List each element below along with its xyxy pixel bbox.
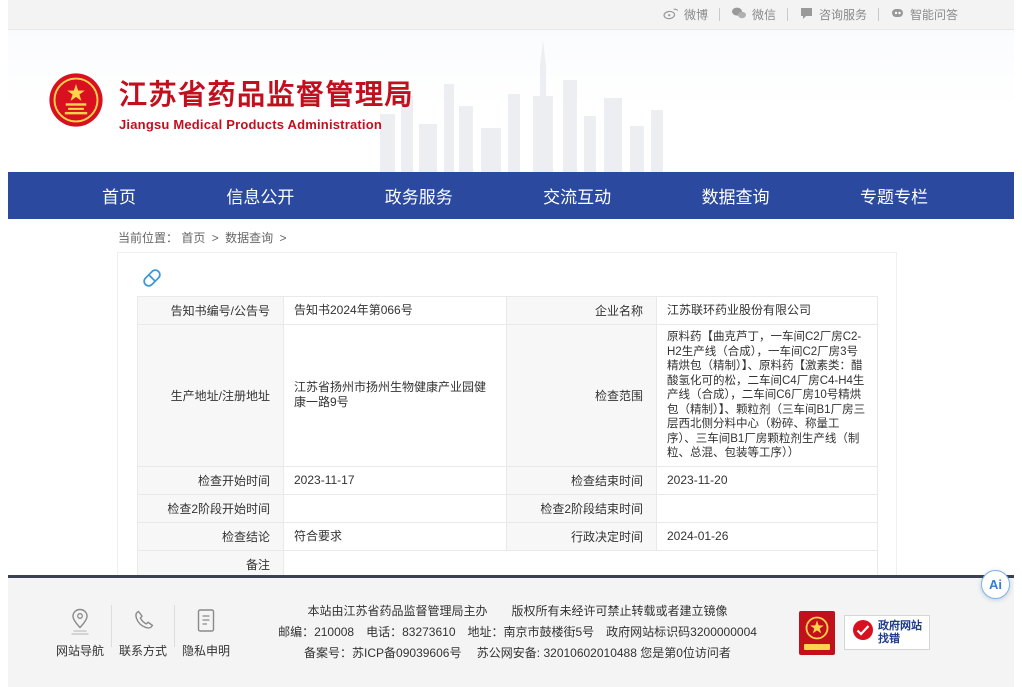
- privacy-doc-icon: [176, 607, 236, 637]
- field-label-phase2-end: 检查2阶段结束时间: [507, 494, 657, 522]
- table-row: 检查2阶段开始时间 检查2阶段结束时间: [138, 494, 878, 522]
- consult-service-icon: [799, 6, 814, 23]
- site-header: 江苏省药品监督管理局 Jiangsu Medical Products Admi…: [8, 30, 1014, 172]
- visitor-counter: 您是第0位访问者: [640, 646, 731, 660]
- table-row: 生产地址/注册地址 江苏省扬州市扬州生物健康产业园健康一路9号 检查范围 原料药…: [138, 325, 878, 467]
- field-label-phase2-start: 检查2阶段开始时间: [138, 494, 284, 522]
- field-label-address: 生产地址/注册地址: [138, 325, 284, 467]
- table-row: 备注: [138, 550, 878, 578]
- topbar: 微博 微信 咨询服务 智能问答: [8, 0, 1014, 30]
- field-label-notice-number: 告知书编号/公告号: [138, 297, 284, 325]
- weibo-icon: [663, 6, 679, 23]
- site-title-en: Jiangsu Medical Products Administration: [119, 117, 414, 132]
- table-row: 检查开始时间 2023-11-17 检查结束时间 2023-11-20: [138, 466, 878, 494]
- wechat-icon: [731, 6, 747, 23]
- nav-item-data-query[interactable]: 数据查询: [702, 183, 770, 208]
- field-value-conclusion: 符合要求: [284, 522, 507, 550]
- nav-item-interaction[interactable]: 交流互动: [543, 183, 611, 208]
- field-label-company-name: 企业名称: [507, 297, 657, 325]
- nav-item-special-topics[interactable]: 专题专栏: [860, 183, 928, 208]
- field-value-remarks: [284, 550, 878, 578]
- phone-icon: [113, 607, 173, 637]
- icp-license-link[interactable]: 备案号：苏ICP备09039606号: [304, 646, 461, 660]
- inspection-detail-card: 告知书编号/公告号 告知书2024年第066号 企业名称 江苏联环药业股份有限公…: [117, 252, 897, 592]
- site-title: 江苏省药品监督管理局: [119, 73, 414, 113]
- breadcrumb-prefix: 当前位置：: [118, 231, 178, 245]
- field-value-decision-date: 2024-01-26: [657, 522, 878, 550]
- footer-info: 本站由江苏省药品监督管理局主办 版权所有未经许可禁止转载或者建立镜像 邮编：21…: [236, 601, 799, 664]
- site-logo-home-link[interactable]: 江苏省药品监督管理局 Jiangsu Medical Products Admi…: [48, 72, 414, 133]
- breadcrumb-data-query-link[interactable]: 数据查询: [225, 231, 273, 245]
- gov-site-error-report-badge[interactable]: 政府网站 找错: [844, 615, 930, 650]
- field-label-end-date: 检查结束时间: [507, 466, 657, 494]
- contact-link[interactable]: 联系方式: [113, 607, 173, 659]
- divider: [878, 8, 879, 21]
- site-titles: 江苏省药品监督管理局 Jiangsu Medical Products Admi…: [119, 73, 414, 132]
- smart-qa-link[interactable]: 智能问答: [890, 6, 958, 23]
- field-label-conclusion: 检查结论: [138, 522, 284, 550]
- privacy-statement-label: 隐私申明: [182, 644, 230, 658]
- police-registration-link[interactable]: 苏公网安备: 32010602010488: [477, 646, 637, 660]
- ai-assistant-button[interactable]: Ai: [981, 570, 1010, 599]
- field-label-remarks: 备注: [138, 550, 284, 578]
- divider: [787, 8, 788, 21]
- wechat-label: 微信: [752, 6, 776, 23]
- pill-capsule-icon: [139, 265, 877, 291]
- footer-quick-links: 网站导航 联系方式 隐私申明: [50, 605, 236, 661]
- field-label-inspection-scope: 检查范围: [507, 325, 657, 467]
- city-skyline-graphic: [380, 34, 680, 172]
- nav-item-home[interactable]: 首页: [102, 183, 136, 208]
- weibo-link[interactable]: 微博: [663, 6, 708, 23]
- field-value-inspection-scope: 原料药【曲克芦丁，一车间C2厂房C2-H2生产线（合成），一车间C2厂房3号精烘…: [657, 325, 878, 467]
- weibo-label: 微博: [684, 6, 708, 23]
- field-label-decision-date: 行政决定时间: [507, 522, 657, 550]
- inspection-detail-table: 告知书编号/公告号 告知书2024年第066号 企业名称 江苏联环药业股份有限公…: [137, 296, 878, 579]
- field-value-notice-number: 告知书2024年第066号: [284, 297, 507, 325]
- footer-line-host: 本站由江苏省药品监督管理局主办 版权所有未经许可禁止转载或者建立镜像: [242, 601, 793, 622]
- contact-label: 联系方式: [119, 644, 167, 658]
- field-value-address: 江苏省扬州市扬州生物健康产业园健康一路9号: [284, 325, 507, 467]
- error-report-logo-icon: [852, 619, 874, 646]
- field-label-start-date: 检查开始时间: [138, 466, 284, 494]
- divider: [111, 605, 112, 647]
- breadcrumb: 当前位置： 首页 > 数据查询 >: [118, 229, 1014, 246]
- field-value-company-name: 江苏联环药业股份有限公司: [657, 297, 878, 325]
- smart-qa-label: 智能问答: [910, 6, 958, 23]
- table-row: 检查结论 符合要求 行政决定时间 2024-01-26: [138, 522, 878, 550]
- table-row: 告知书编号/公告号 告知书2024年第066号 企业名称 江苏联环药业股份有限公…: [138, 297, 878, 325]
- party-government-site-badge[interactable]: [799, 611, 835, 655]
- wechat-link[interactable]: 微信: [731, 6, 776, 23]
- site-map-label: 网站导航: [56, 644, 104, 658]
- smart-qa-icon: [890, 6, 905, 23]
- site-map-link[interactable]: 网站导航: [50, 607, 110, 659]
- divider: [719, 8, 720, 21]
- divider: [174, 605, 175, 647]
- error-report-badge-text: 政府网站 找错: [878, 620, 922, 646]
- consult-service-link[interactable]: 咨询服务: [799, 6, 867, 23]
- nav-item-info-disclosure[interactable]: 信息公开: [226, 183, 294, 208]
- consult-service-label: 咨询服务: [819, 6, 867, 23]
- breadcrumb-separator: >: [279, 231, 286, 245]
- privacy-statement-link[interactable]: 隐私申明: [176, 607, 236, 659]
- nav-item-gov-services[interactable]: 政务服务: [385, 183, 453, 208]
- breadcrumb-home-link[interactable]: 首页: [181, 231, 205, 245]
- field-value-end-date: 2023-11-20: [657, 466, 878, 494]
- national-emblem-logo-icon: [48, 72, 104, 133]
- page: 微博 微信 咨询服务 智能问答: [8, 0, 1014, 687]
- footer-line-registration: 备案号：苏ICP备09039606号 苏公网安备: 32010602010488…: [242, 643, 793, 664]
- breadcrumb-separator: >: [212, 231, 219, 245]
- field-value-phase2-start: [284, 494, 507, 522]
- field-value-phase2-end: [657, 494, 878, 522]
- footer: 网站导航 联系方式 隐私申明 本站由江苏省药品监督管理局主办 版权所有未经许可禁…: [8, 575, 1014, 687]
- footer-badges: 政府网站 找错: [799, 611, 930, 655]
- footer-line-contact: 邮编：210008 电话：83273610 地址：南京市鼓楼街5号 政府网站标识…: [242, 622, 793, 643]
- site-map-icon: [50, 607, 110, 637]
- main-nav: 首页 信息公开 政务服务 交流互动 数据查询 专题专栏: [8, 172, 1014, 219]
- field-value-start-date: 2023-11-17: [284, 466, 507, 494]
